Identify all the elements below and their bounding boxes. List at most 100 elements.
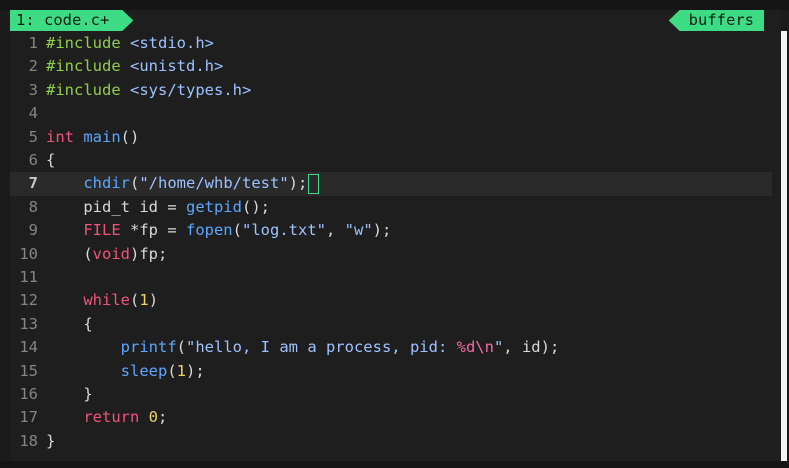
code-line[interactable]: 15 sleep(1); [10, 360, 772, 383]
code-line[interactable]: 16 } [10, 383, 772, 406]
line-number: 1 [28, 34, 38, 52]
line-number: 6 [28, 151, 38, 169]
code-token: { [46, 151, 56, 169]
line-number: 16 [19, 385, 38, 403]
code-line[interactable]: 3 #include <sys/types.h> [10, 79, 772, 102]
code-token: *fp = [120, 221, 186, 240]
line-code: #include <sys/types.h> [38, 81, 251, 99]
code-line[interactable]: 9 FILE *fp = fopen("log.txt", "w"); [10, 219, 772, 242]
code-token: #include [46, 80, 121, 99]
code-token: ( [167, 361, 177, 380]
line-number: 4 [28, 104, 38, 123]
code-token: " [493, 338, 504, 357]
code-line[interactable]: 7 chdir("/home/whb/test"); [10, 172, 772, 196]
code-line[interactable]: 4 [10, 102, 772, 125]
code-token: return [83, 408, 140, 427]
code-line[interactable]: 8 pid_t id = getpid(); [10, 196, 772, 219]
code-token: getpid [185, 197, 242, 216]
code-line[interactable]: 10 (void)fp; [10, 243, 772, 266]
code-token: , id); [503, 338, 560, 357]
code-token: ( [176, 338, 186, 357]
text-cursor [308, 173, 320, 194]
line-code: chdir("/home/whb/test"); [38, 173, 320, 194]
code-token: } [46, 385, 93, 403]
line-number: 14 [19, 338, 38, 357]
code-token: sleep [120, 361, 168, 380]
code-token: <sys/types.h> [130, 80, 252, 99]
line-code: FILE *fp = fopen("log.txt", "w"); [38, 221, 391, 239]
code-token: 0 [148, 408, 159, 427]
code-line[interactable]: 14 printf("hello, I am a process, pid: %… [10, 336, 772, 359]
buffers-label[interactable]: buffers [668, 10, 764, 31]
tab-code-c[interactable]: 1: code.c+ [10, 10, 133, 31]
code-token: 1 [139, 291, 149, 310]
code-line[interactable]: 17 return 0; [10, 406, 772, 429]
code-line[interactable]: 13 { [10, 313, 772, 336]
line-code: sleep(1); [38, 362, 205, 380]
code-token: () [120, 127, 140, 146]
code-token: "/home/whb/test" [139, 174, 289, 193]
code-token: "log.txt" [242, 221, 326, 240]
code-token: ; [158, 408, 168, 427]
code-token: "w" [344, 221, 373, 240]
code-token: FILE [83, 221, 121, 240]
code-line[interactable]: 2 #include <unistd.h> [10, 55, 772, 78]
code-token: <stdio.h> [130, 34, 214, 52]
line-number: 5 [28, 127, 38, 146]
line-code: #include <unistd.h> [38, 57, 223, 75]
line-number: 18 [19, 431, 38, 450]
code-editor[interactable]: 1 #include <stdio.h> 2 #include <unistd.h> 3… [10, 31, 780, 461]
code-line[interactable]: 5 int main() [10, 126, 772, 149]
tabline: 1: code.c+ buffers [10, 10, 780, 31]
code-token: ( [232, 221, 242, 240]
line-number: 9 [28, 221, 38, 240]
scrollbar[interactable] [781, 31, 787, 461]
code-token: ( [130, 291, 140, 310]
code-token: ( [46, 244, 93, 263]
line-code: int main() [38, 128, 139, 146]
line-number: 13 [19, 314, 38, 333]
code-token: , [326, 221, 345, 240]
line-number: 17 [19, 408, 38, 427]
line-code: while(1) [38, 291, 158, 309]
code-token: printf [120, 338, 177, 357]
code-token: ); [288, 174, 308, 193]
line-code: { [38, 151, 55, 169]
line-code: { [38, 315, 92, 333]
line-number: 10 [19, 244, 38, 263]
line-code: } [38, 432, 55, 450]
code-token: (); [241, 197, 270, 216]
code-token: )fp; [130, 244, 168, 263]
line-number: 11 [19, 268, 38, 286]
code-token: ); [186, 361, 205, 380]
code-token: %d\n [456, 338, 494, 357]
window-top-strip [0, 0, 789, 10]
code-token: void [92, 244, 130, 263]
code-line[interactable]: 18} [10, 430, 772, 453]
window-bottom-strip [0, 461, 789, 468]
code-token: #include [46, 34, 121, 52]
code-line[interactable]: 12 while(1) [10, 289, 772, 312]
code-token: while [83, 291, 130, 310]
code-token: chdir [83, 174, 130, 193]
code-token: ) [148, 291, 159, 310]
code-token: } [46, 431, 56, 450]
line-code: #include <stdio.h> [38, 34, 214, 52]
line-number: 8 [28, 197, 38, 216]
code-token: int [46, 127, 74, 146]
code-line[interactable]: 1 #include <stdio.h> [10, 32, 772, 55]
code-line[interactable]: 6{ [10, 149, 772, 172]
code-line[interactable]: 11 [10, 266, 772, 289]
